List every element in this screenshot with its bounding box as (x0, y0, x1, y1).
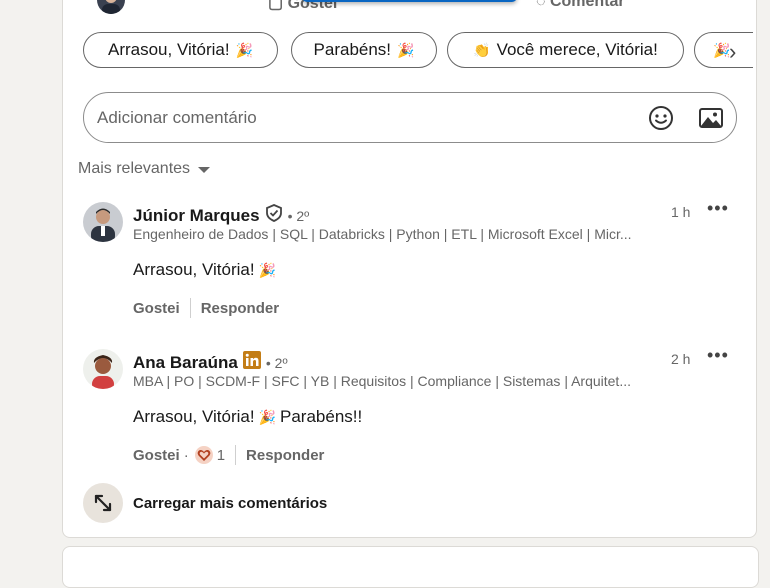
commenter-name[interactable]: Júnior Marques (133, 206, 260, 226)
comment-actions: Gostei · 1 Responder (133, 445, 324, 465)
comment-action-label: Comentar (549, 0, 625, 10)
expand-arrows-icon (83, 483, 123, 523)
suggestion-chip[interactable]: Arrasou, Vitória! 🎉 (83, 32, 278, 68)
commenter-headline: MBA | PO | SCDM-F | SFC | YB | Requisito… (133, 373, 631, 389)
comment-time: 1 h (671, 204, 691, 220)
load-more-comments-button[interactable]: Carregar mais comentários (83, 483, 327, 523)
image-icon[interactable] (695, 102, 727, 134)
comment-time: 2 h (671, 351, 691, 367)
reaction-separator: · (183, 446, 189, 464)
commenter-name-row[interactable]: Júnior Marques • 2º (133, 204, 309, 227)
avatar[interactable] (83, 202, 123, 242)
comment-item: Júnior Marques • 2º Engenheiro de Dados … (83, 198, 733, 322)
connection-degree: • 2º (287, 207, 310, 224)
reply-button[interactable]: Responder (246, 447, 324, 464)
suggested-replies: Arrasou, Vitória! 🎉 Parabéns! 🎉 👏 Você m… (83, 32, 753, 72)
party-popper-icon: 🎉 (235, 41, 253, 58)
clapping-hands-icon: 👏 (473, 41, 491, 58)
comment-input-placeholder: Adicionar comentário (97, 108, 257, 127)
like-comment-button[interactable]: Gostei (133, 447, 180, 464)
divider (189, 298, 191, 318)
heart-reaction-icon[interactable] (194, 446, 213, 464)
linkedin-premium-icon (242, 351, 261, 374)
comment-text-suffix: Parabéns!! (280, 407, 363, 426)
verified-shield-icon (265, 204, 283, 227)
comment-text-content: Arrasou, Vitória! (133, 260, 255, 279)
caret-down-icon (198, 167, 211, 173)
divider (235, 445, 237, 465)
suggestion-text: Parabéns! (313, 40, 392, 59)
suggestion-chip[interactable]: 👏 Você merece, Vitória! (447, 32, 684, 68)
reactions-popup[interactable] (302, 0, 517, 2)
suggestion-chip[interactable]: Parabéns! 🎉 (291, 32, 437, 68)
comment-text-content: Arrasou, Vitória! (133, 407, 255, 426)
comment-action[interactable]: ◌ Comentar (536, 0, 625, 11)
commenter-headline: Engenheiro de Dados | SQL | Databricks |… (133, 226, 632, 242)
comment-text: Arrasou, Vitória! 🎉 Parabéns!! (133, 407, 362, 427)
commenter-name[interactable]: Ana Baraúna (133, 353, 238, 373)
smiley-icon[interactable] (645, 102, 677, 134)
comment-icon: ◌ (536, 0, 546, 10)
comment-input[interactable]: Adicionar comentário (83, 92, 737, 143)
party-popper-icon: 🎉 (258, 408, 277, 425)
more-options-icon[interactable]: ••• (707, 198, 729, 219)
like-comment-button[interactable]: Gostei (133, 300, 180, 317)
commenter-name-row[interactable]: Ana Baraúna • 2º (133, 351, 288, 374)
reaction-count[interactable]: 1 (217, 447, 225, 464)
load-more-label: Carregar mais comentários (133, 494, 328, 512)
reply-button[interactable]: Responder (201, 300, 279, 317)
next-suggestions-chevron-icon[interactable]: › (729, 38, 749, 66)
comment-item: Ana Baraúna • 2º MBA | PO | SCDM-F | SFC… (83, 345, 733, 469)
party-popper-icon: 🎉 (397, 41, 415, 58)
sort-label: Mais relevantes (78, 160, 191, 177)
comment-actions: Gostei Responder (133, 298, 279, 318)
more-options-icon[interactable]: ••• (707, 345, 729, 366)
party-popper-icon: 🎉 (713, 41, 731, 58)
like-icon: ▢ (268, 0, 284, 12)
next-post-card (62, 546, 759, 588)
avatar[interactable] (83, 349, 123, 389)
connection-degree: • 2º (265, 354, 288, 371)
sort-dropdown[interactable]: Mais relevantes (78, 160, 211, 178)
suggestion-text: Arrasou, Vitória! (107, 40, 230, 59)
suggestion-text: Você merece, Vitória! (496, 40, 658, 59)
party-popper-icon: 🎉 (258, 261, 277, 278)
comment-text: Arrasou, Vitória! 🎉 (133, 260, 276, 280)
